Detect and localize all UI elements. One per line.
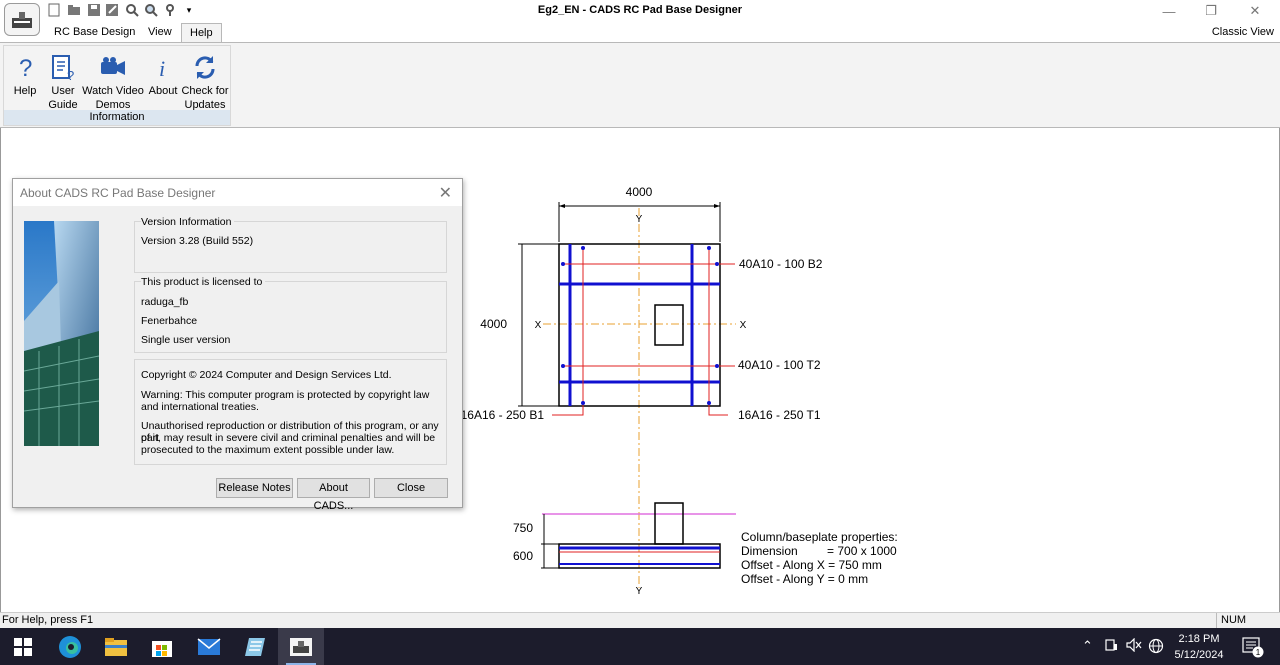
properties-offset-y: Offset - Along Y = 0 mm xyxy=(741,572,868,586)
rebar-label-b2: 40A10 - 100 B2 xyxy=(739,257,823,271)
ribbon-panel: ? Help ? User Guide Watch Video Demos i … xyxy=(0,42,1280,128)
notification-center-icon[interactable]: 1 xyxy=(1242,636,1264,661)
clock-time: 2:18 PM xyxy=(1178,633,1220,645)
check-for-updates-button[interactable]: Check for Updates xyxy=(180,50,230,112)
x-axis-label-left: X xyxy=(535,320,542,331)
warning-line-1: Warning: This computer program is protec… xyxy=(141,389,430,401)
unauthorised-line-3: prosecuted to the maximum extent possibl… xyxy=(141,444,395,456)
taskbar-app[interactable] xyxy=(232,628,278,665)
properties-offset-x: Offset - Along X = 750 mm xyxy=(741,558,882,572)
restore-icon[interactable]: ❐ xyxy=(1196,2,1226,20)
folder-icon xyxy=(105,637,127,656)
close-button[interactable]: Close xyxy=(374,478,448,498)
warning-line-2: and international treaties. xyxy=(141,401,259,413)
taskbar-edge[interactable] xyxy=(47,628,93,665)
ribbon-tabs: RC Base Design View Help xyxy=(0,22,1280,43)
help-question-icon: ? xyxy=(19,55,32,82)
license-heading: This product is licensed to xyxy=(141,276,266,288)
num-lock-indicator: NUM xyxy=(1216,613,1280,628)
clock-date: 5/12/2024 xyxy=(1174,649,1224,661)
tab-view[interactable]: View xyxy=(140,23,180,43)
network-globe-icon[interactable] xyxy=(1148,638,1164,657)
watch-video-demos-button[interactable]: Watch Video Demos xyxy=(82,50,144,112)
classic-view-link[interactable]: Classic View xyxy=(1212,26,1274,38)
about-cads-button[interactable]: About CADS... xyxy=(297,478,370,512)
edge-browser-icon xyxy=(59,635,81,658)
start-button[interactable] xyxy=(0,628,46,665)
taskbar-cads-pad-base[interactable] xyxy=(278,628,324,665)
dialog-title-bar: About CADS RC Pad Base Designer ✕ xyxy=(13,179,462,206)
status-help-text: For Help, press F1 xyxy=(2,614,94,626)
info-icon: i xyxy=(159,56,165,81)
column-plan-outline xyxy=(654,304,684,346)
dialog-title: About CADS RC Pad Base Designer xyxy=(20,186,216,200)
volume-muted-icon[interactable] xyxy=(1126,637,1142,655)
taskbar-store[interactable] xyxy=(139,628,185,665)
rebar-label-t2: 40A10 - 100 T2 xyxy=(738,358,821,372)
elevation-column-height-label: 750 xyxy=(513,521,533,535)
user-guide-button[interactable]: ? User Guide xyxy=(44,50,82,112)
taskbar-mail[interactable] xyxy=(186,628,232,665)
minimize-icon[interactable]: — xyxy=(1154,2,1184,20)
rebar-label-t1: 16A16 - 250 T1 xyxy=(738,408,821,422)
about-dialog: About CADS RC Pad Base Designer ✕ Versio… xyxy=(12,178,463,512)
help-button[interactable]: ? Help xyxy=(8,50,42,98)
refresh-icon xyxy=(195,56,215,79)
ribbon-group-information: ? Help ? User Guide Watch Video Demos i … xyxy=(3,45,231,126)
tab-help[interactable]: Help xyxy=(181,23,222,43)
unauthorised-line-2: of it, may result in severe civil and cr… xyxy=(141,432,436,444)
copyright-text: Copyright © 2024 Computer and Design Ser… xyxy=(141,369,392,381)
red-rebars xyxy=(552,248,735,416)
y-axis-label-top: Y xyxy=(636,214,643,225)
close-icon[interactable]: ✕ xyxy=(1240,2,1270,20)
ribbon-group-label: Information xyxy=(4,110,230,125)
notepad-icon xyxy=(245,637,265,656)
column-elevation xyxy=(654,502,684,545)
release-notes-button[interactable]: Release Notes xyxy=(216,478,293,498)
tab-rc-base-design[interactable]: RC Base Design xyxy=(46,23,143,43)
svg-text:?: ? xyxy=(19,55,32,82)
cads-app-icon xyxy=(290,637,312,656)
window-title: Eg2_EN - CADS RC Pad Base Designer xyxy=(537,4,743,16)
elevation-base-depth-label: 600 xyxy=(513,549,533,563)
rebar-label-b1: 16A16 - 250 B1 xyxy=(461,408,545,422)
user-guide-icon: ? xyxy=(52,55,74,82)
x-axis-label-right: X xyxy=(740,320,747,331)
properties-dimension-label: Dimension xyxy=(741,544,798,558)
mail-icon xyxy=(197,637,221,655)
windows-logo-icon xyxy=(14,637,32,656)
copyright-group: Copyright © 2024 Computer and Design Ser… xyxy=(134,359,447,465)
version-heading: Version Information xyxy=(141,216,235,228)
about-button[interactable]: i About xyxy=(145,50,181,98)
status-bar: For Help, press F1 NUM xyxy=(0,612,1280,628)
taskbar-clock[interactable]: 2:18 PM 5/12/2024 xyxy=(1170,631,1228,663)
notification-count: 1 xyxy=(1256,648,1261,657)
dialog-close-icon[interactable]: ✕ xyxy=(439,183,452,203)
properties-dimension-value: = 700 x 1000 xyxy=(827,544,897,558)
svg-text:?: ? xyxy=(67,68,74,82)
building-photo xyxy=(24,221,99,446)
license-type: Single user version xyxy=(141,334,231,346)
app-window: ▾ Eg2_EN - CADS RC Pad Base Designer — ❐… xyxy=(0,0,1280,665)
device-icon[interactable] xyxy=(1104,638,1118,655)
title-bar: ▾ Eg2_EN - CADS RC Pad Base Designer — ❐… xyxy=(0,0,1280,36)
licensed-company: Fenerbahce xyxy=(141,315,198,327)
version-text: Version 3.28 (Build 552) xyxy=(141,235,254,247)
license-info-group: This product is licensed to raduga_fb Fe… xyxy=(134,276,447,353)
video-camera-icon xyxy=(101,57,125,75)
plan-width-label: 4000 xyxy=(626,185,653,199)
properties-title: Column/baseplate properties: xyxy=(741,530,898,544)
plan-height-label: 4000 xyxy=(480,317,507,331)
windows-taskbar: ⌃ 2:18 PM 5/12/2024 1 xyxy=(0,628,1280,665)
y-axis-label-bottom: Y xyxy=(636,586,643,597)
licensed-user: raduga_fb xyxy=(141,296,189,308)
taskbar-file-explorer[interactable] xyxy=(93,628,139,665)
svg-text:i: i xyxy=(159,56,165,81)
version-info-group: Version Information Version 3.28 (Build … xyxy=(134,216,447,273)
store-icon xyxy=(152,640,172,657)
show-hidden-icons-icon[interactable]: ⌃ xyxy=(1082,638,1093,654)
